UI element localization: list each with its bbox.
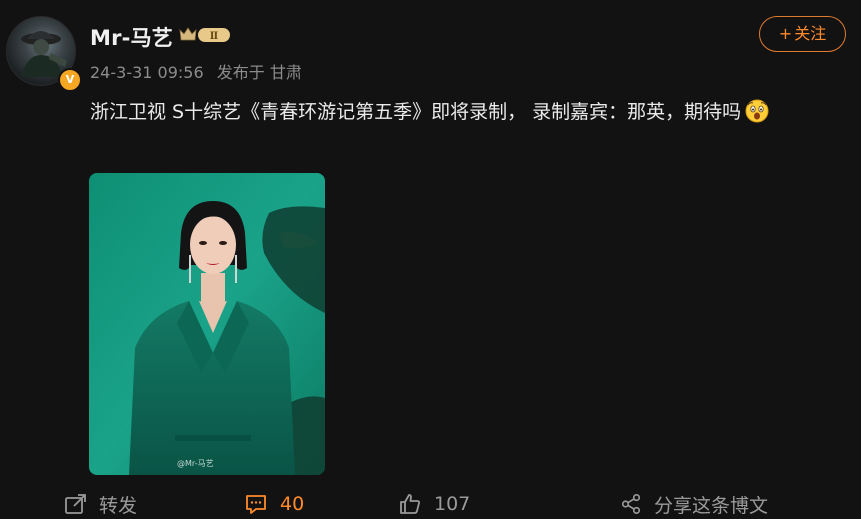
vip-crown-badge: Ⅱ	[178, 25, 234, 45]
post-meta: 24-3-31 09:56 发布于 甘肃	[90, 59, 302, 83]
post-text: 浙江卫视 S十综艺《青春环游记第五季》即将录制， 录制嘉宾：那英，期待吗	[90, 97, 769, 124]
post-image[interactable]: @Mr-马艺	[89, 173, 325, 475]
post-date[interactable]: 24-3-31 09:56	[90, 63, 204, 82]
follow-button-label: 关注	[794, 24, 827, 43]
avatar-container[interactable]: V	[6, 16, 82, 92]
share-icon	[621, 494, 641, 514]
surprised-face-icon	[745, 99, 769, 123]
post-text-content: 浙江卫视 S十综艺《青春环游记第五季》即将录制， 录制嘉宾：那英，期待吗	[90, 101, 742, 123]
repost-button[interactable]: 转发	[63, 490, 137, 518]
username[interactable]: Mr-马艺	[90, 22, 173, 52]
plus-icon: +	[778, 24, 793, 43]
like-count: 107	[434, 493, 471, 515]
comment-count: 40	[280, 493, 305, 515]
repost-label: 转发	[99, 494, 138, 517]
vip-level: Ⅱ	[210, 31, 218, 42]
like-button[interactable]: 107	[398, 490, 470, 518]
portrait-woman-green-suit-image	[89, 173, 325, 475]
post-location: 发布于 甘肃	[216, 63, 302, 82]
share-label: 分享这条博文	[654, 494, 769, 517]
repost-icon	[65, 494, 86, 514]
comment-icon	[246, 495, 266, 514]
follow-button[interactable]: + 关注	[759, 16, 846, 52]
image-watermark: @Mr-马艺	[177, 459, 214, 468]
verified-badge: V	[58, 68, 82, 92]
share-button[interactable]: 分享这条博文	[620, 490, 768, 518]
comment-button[interactable]: 40	[244, 490, 304, 518]
thumbs-up-icon	[400, 494, 420, 514]
